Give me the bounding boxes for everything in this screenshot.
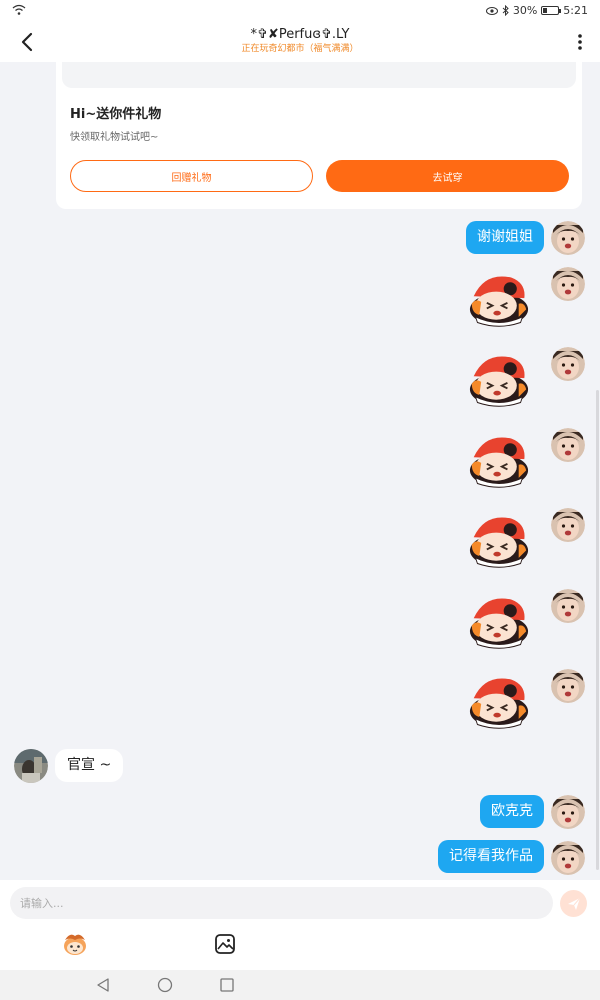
my-avatar[interactable] [551, 428, 585, 462]
battery-icon [541, 6, 562, 15]
page-title: *✞✘Perfuɞ✞.LY [250, 27, 350, 42]
nav-back-icon[interactable] [95, 977, 111, 993]
status-bar: 30% 5:21 [0, 0, 600, 22]
return-gift-button[interactable]: 回赠礼物 [70, 160, 313, 192]
anime-girl-sticker[interactable] [464, 350, 534, 410]
contact-avatar[interactable] [14, 749, 48, 783]
anime-girl-sticker[interactable] [464, 431, 534, 491]
try-on-button[interactable]: 去试穿 [326, 160, 569, 192]
battery-fill [543, 8, 548, 13]
bluetooth-icon [502, 5, 509, 16]
my-avatar[interactable] [551, 267, 585, 301]
header-title-group: *✞✘Perfuɞ✞.LY 正在玩奇幻都市（福气满满） [150, 27, 450, 55]
message-bubble[interactable]: 欧克克 [480, 795, 544, 828]
status-right: 30% 5:21 [485, 4, 588, 17]
emoji-icon[interactable] [62, 932, 88, 956]
my-avatar[interactable] [551, 669, 585, 703]
page-subtitle: 正在玩奇幻都市（福气满满） [241, 44, 359, 54]
message-bubble[interactable]: 记得看我作品 [438, 840, 544, 873]
message-input[interactable] [10, 887, 553, 919]
eye-icon [485, 6, 498, 15]
clock: 5:21 [563, 4, 588, 17]
gift-card-title: Hi~送你件礼物 [70, 107, 162, 122]
my-avatar[interactable] [551, 841, 585, 875]
nav-recent-icon[interactable] [219, 977, 235, 993]
anime-girl-sticker[interactable] [464, 270, 534, 330]
my-avatar[interactable] [551, 508, 585, 542]
send-button[interactable] [560, 890, 587, 917]
chat-header-overlay: *✞✘Perfuɞ✞.LY 正在玩奇幻都市（福气满满） [0, 22, 600, 62]
my-avatar[interactable] [551, 589, 585, 623]
more-vertical-icon[interactable] [572, 32, 588, 52]
message-bubble[interactable]: 官宣 ~ [55, 749, 124, 782]
battery-percent: 30% [512, 4, 538, 17]
image-icon[interactable] [214, 933, 236, 955]
my-avatar[interactable] [551, 795, 585, 829]
anime-girl-sticker[interactable] [464, 511, 534, 571]
back-arrow-icon[interactable] [16, 30, 40, 54]
system-nav-bar [0, 970, 600, 1000]
input-bar [0, 880, 600, 970]
anime-girl-sticker[interactable] [464, 672, 534, 732]
my-avatar[interactable] [551, 347, 585, 381]
gift-card: Hi~送你件礼物 快领取礼物试试吧~ 回赠礼物 去试穿 [56, 52, 582, 209]
message-bubble[interactable]: 谢谢姐姐 [466, 221, 544, 254]
anime-girl-sticker[interactable] [464, 592, 534, 652]
scrollbar[interactable] [596, 390, 599, 870]
nav-home-icon[interactable] [157, 977, 173, 993]
send-icon [567, 897, 580, 910]
wifi-icon [12, 4, 26, 15]
gift-card-desc: 快领取礼物试试吧~ [70, 132, 159, 143]
my-avatar[interactable] [551, 221, 585, 255]
